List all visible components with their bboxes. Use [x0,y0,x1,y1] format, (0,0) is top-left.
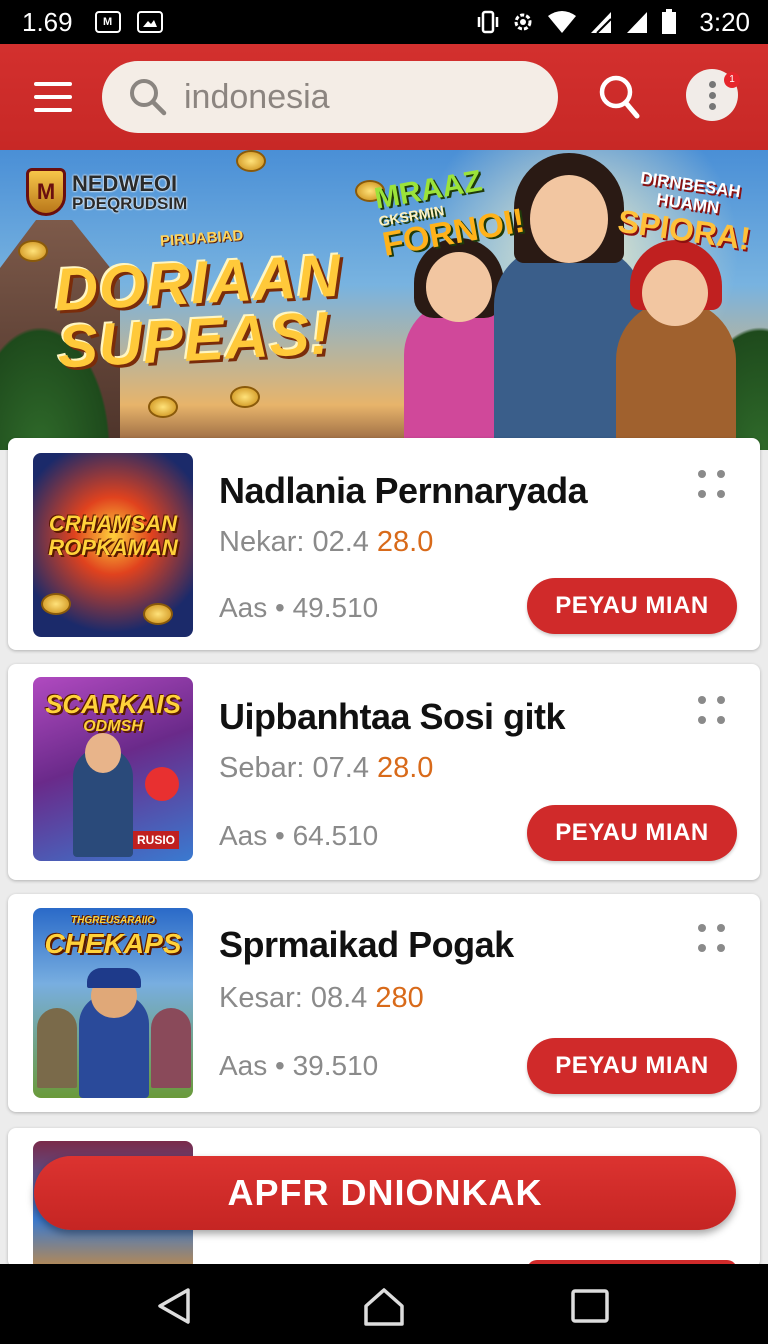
settings-icon [511,10,535,34]
banner-headline: DORIAAN SUPEAS! [52,241,344,381]
game-title[interactable]: Uipbanhtaa Sosi gitk [219,696,566,738]
signal-icon [589,10,613,34]
game-stat: Aas • 64.510 [219,820,379,851]
more-options-icon[interactable] [698,470,728,504]
battery-icon [661,9,677,35]
home-icon[interactable] [362,1284,406,1328]
game-card[interactable]: CRHAMSAN ROPKAMAN Nadlania Pernnaryada N… [8,438,760,650]
game-thumbnail[interactable]: THGREUSARAIIO CHEKAPS [33,908,193,1098]
status-time-left: 1.69 [22,6,73,37]
search-icon [130,79,167,116]
game-thumbnail[interactable]: CRHAMSAN ROPKAMAN [33,453,193,637]
game-stat: Aas • 39.510 [219,1050,379,1081]
app-toolbar: 1 [0,44,768,150]
character-fighter [616,240,736,450]
more-options-icon[interactable] [698,696,728,730]
game-card[interactable]: SCARKAIS ODMSH RUSIO Uipbanhtaa Sosi git… [8,664,760,880]
app-notification-icon: M [94,11,121,33]
game-card[interactable]: THGREUSARAIIO CHEKAPS Sprmaikad Pogak Ke… [8,894,760,1112]
status-bar: 1.69 M 3:20 [0,0,768,44]
image-notification-icon [136,11,163,33]
game-meta: Nekar: 02.4 28.0 [219,526,434,558]
game-stat: Aas • 49.510 [219,592,379,623]
coin-icon [230,386,260,408]
status-time-right: 3:20 [699,6,750,37]
vibrate-icon [477,9,499,35]
play-button[interactable]: PEYAU MIAN [527,1038,737,1094]
wifi-icon [547,10,577,34]
more-options-icon[interactable] [698,924,728,958]
coin-icon [148,396,178,418]
banner-logo: M NEDWEOI PDEQRUDSIM [26,168,187,216]
coin-icon [18,240,48,262]
back-icon[interactable] [152,1284,196,1328]
notification-badge: 1 [724,72,740,88]
search-icon[interactable] [598,74,640,120]
download-button[interactable]: APFR DNIONKAK [34,1156,736,1230]
game-title[interactable]: Nadlania Pernnaryada [219,470,588,512]
play-button[interactable]: PEYAU MIAN [527,578,737,634]
game-thumbnail[interactable]: SCARKAIS ODMSH RUSIO [33,677,193,861]
game-highlight-value: 280 [375,982,424,1014]
thumbnail-badge: RUSIO [133,831,180,849]
navigation-bar [0,1264,768,1344]
coin-icon [236,150,266,172]
game-title[interactable]: Sprmaikad Pogak [219,924,514,966]
promo-banner[interactable]: M NEDWEOI PDEQRUDSIM PIRUABIAD DORIAAN S… [0,150,768,450]
game-meta: Kesar: 08.4 280 [219,982,424,1014]
logo-shield-icon: M [26,168,66,216]
search-bar[interactable] [102,61,558,133]
play-button[interactable]: PEYAU MIAN [527,805,737,861]
game-meta: Sebar: 07.4 28.0 [219,752,434,784]
menu-icon[interactable] [34,82,72,112]
game-highlight-value: 28.0 [376,526,434,558]
search-input[interactable] [184,77,524,117]
recents-icon[interactable] [568,1284,612,1328]
status-icons: 3:20 [477,7,750,38]
signal-icon [625,10,649,34]
game-highlight-value: 28.0 [376,752,434,784]
